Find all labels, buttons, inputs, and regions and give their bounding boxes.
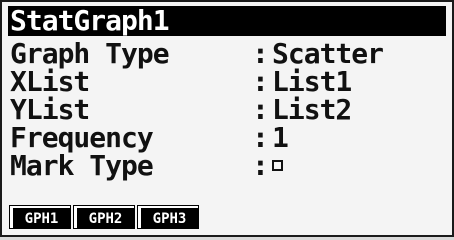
- setting-label: Frequency: [10, 121, 154, 154]
- gph3-button[interactable]: GPH3: [137, 205, 199, 229]
- setting-value: Scatter: [272, 37, 384, 70]
- setting-separator: :: [252, 65, 269, 98]
- setting-value: List2: [272, 93, 352, 126]
- setting-value: List1: [272, 65, 352, 98]
- function-key-menu: GPH1 GPH2 GPH3: [9, 205, 199, 230]
- setting-label: Graph Type: [10, 37, 170, 70]
- setting-label: YList: [10, 93, 90, 126]
- calculator-screen: StatGraph1 Graph Type : Scatter XList : …: [0, 0, 454, 237]
- gph2-button[interactable]: GPH2: [73, 205, 135, 229]
- setting-label: XList: [10, 65, 90, 98]
- setting-row-ylist[interactable]: YList : List2: [8, 96, 446, 124]
- setting-separator: :: [252, 93, 269, 126]
- setting-row-graph-type[interactable]: Graph Type : Scatter: [8, 40, 446, 68]
- setting-separator: :: [252, 149, 269, 182]
- setting-row-mark-type[interactable]: Mark Type :: [8, 152, 446, 180]
- setting-value: 1: [272, 121, 289, 154]
- square-mark-icon: [272, 159, 283, 171]
- stat-graph-setup: StatGraph1 Graph Type : Scatter XList : …: [8, 6, 446, 233]
- setting-label: Mark Type: [10, 149, 154, 182]
- page-title: StatGraph1: [8, 6, 446, 36]
- gph1-button[interactable]: GPH1: [9, 205, 71, 229]
- setting-row-xlist[interactable]: XList : List1: [8, 68, 446, 96]
- setting-separator: :: [252, 37, 269, 70]
- setting-value: [272, 152, 283, 180]
- setting-row-frequency[interactable]: Frequency : 1: [8, 124, 446, 152]
- setting-separator: :: [252, 121, 269, 154]
